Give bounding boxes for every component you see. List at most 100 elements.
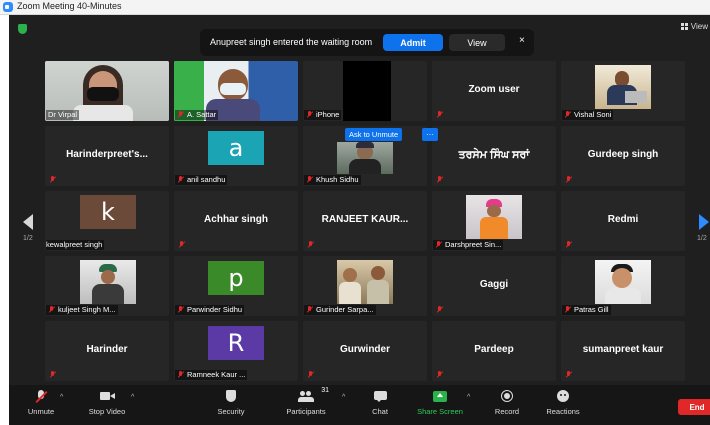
audio-options-chevron-up-icon[interactable]: ^	[60, 394, 63, 401]
participant-tile[interactable]: Vishal Soni	[561, 61, 685, 121]
muted-mic-icon	[436, 371, 443, 378]
waiting-room-message: Anupreet singh entered the waiting room	[210, 37, 373, 47]
participant-name: Gurwinder	[339, 344, 390, 355]
participant-tile[interactable]: Zoom user	[432, 61, 556, 121]
participant-label: iPhone	[304, 110, 342, 120]
participant-tile[interactable]: Harinder	[45, 321, 169, 381]
end-meeting-button[interactable]: End	[678, 399, 710, 415]
muted-mic-icon	[565, 371, 572, 378]
avatar: a	[208, 131, 264, 165]
participant-tile[interactable]: A. Sattar	[174, 61, 298, 121]
previous-page-arrow-icon[interactable]	[23, 214, 33, 230]
close-icon[interactable]: ×	[519, 35, 525, 46]
participant-tile[interactable]: RANJEET KAUR...	[303, 191, 427, 251]
muted-mic-icon	[436, 111, 443, 118]
muted-mic-icon	[177, 371, 184, 378]
participant-name: Redmi	[607, 214, 639, 225]
muted-mic-icon	[49, 176, 56, 183]
participant-name: A. Sattar	[187, 110, 217, 119]
participant-tile[interactable]: Darshpreet Sin...	[432, 191, 556, 251]
muted-mic-icon	[306, 111, 313, 118]
video-camera-icon	[98, 390, 116, 403]
muted-mic-icon	[436, 306, 443, 313]
participant-name: Gurdeep singh	[587, 149, 659, 160]
participant-tile[interactable]: sumanpreet kaur	[561, 321, 685, 381]
encryption-shield-icon[interactable]	[18, 24, 27, 34]
participant-tile[interactable]: Harinderpreet's...	[45, 126, 169, 186]
chat-button[interactable]: Chat	[365, 387, 395, 416]
participant-tile[interactable]: R Ramneek Kaur ...	[174, 321, 298, 381]
video-feed	[337, 142, 393, 174]
grid-icon	[680, 23, 688, 30]
meeting-window: View Anupreet singh entered the waiting …	[9, 15, 710, 425]
participant-label: kuljeet Singh M...	[46, 305, 118, 315]
participant-tile[interactable]: Redmi	[561, 191, 685, 251]
participant-name: ਤਰਸੇਮ ਸਿੰਘ ਸਰਾਂ	[458, 149, 530, 161]
security-button[interactable]: Security	[213, 387, 249, 416]
video-options-chevron-up-icon[interactable]: ^	[131, 394, 134, 401]
unmute-label: Unmute	[27, 407, 55, 416]
share-options-chevron-up-icon[interactable]: ^	[467, 394, 470, 401]
participant-label: Gurinder Sarpa...	[304, 305, 376, 315]
muted-mic-icon	[307, 241, 314, 248]
window-titlebar: Zoom Meeting 40-Minutes	[0, 0, 710, 15]
muted-mic-icon	[564, 306, 571, 313]
participants-options-chevron-up-icon[interactable]: ^	[342, 394, 345, 401]
muted-mic-icon	[49, 371, 56, 378]
participants-icon: 31	[297, 387, 329, 403]
chat-bubble-icon	[371, 390, 389, 403]
page-indicator-right: 1/2	[697, 235, 707, 242]
participant-name: Patras Gill	[574, 305, 609, 314]
participant-tile[interactable]: Dr Virpal	[45, 61, 169, 121]
record-button[interactable]: Record	[490, 387, 524, 416]
more-options-button[interactable]: ···	[422, 128, 438, 141]
participant-name: Parwinder Sidhu	[187, 305, 243, 314]
unmute-button[interactable]: Unmute	[23, 387, 59, 416]
participant-name: sumanpreet kaur	[582, 344, 664, 355]
participant-name: Khush Sidhu	[316, 175, 359, 184]
zoom-logo-icon	[3, 2, 13, 12]
participant-tile[interactable]: Gurdeep singh	[561, 126, 685, 186]
participant-label: Ramneek Kaur ...	[175, 370, 248, 380]
muted-mic-icon	[178, 241, 185, 248]
participants-button[interactable]: 31 Participants	[283, 387, 329, 416]
participant-tile[interactable]: Gurwinder	[303, 321, 427, 381]
next-page-arrow-icon[interactable]	[699, 214, 709, 230]
participant-label: Patras Gill	[562, 305, 611, 315]
record-label: Record	[494, 407, 520, 416]
muted-microphone-icon	[32, 390, 50, 404]
reactions-button[interactable]: Reactions	[541, 387, 585, 416]
avatar: R	[208, 326, 264, 360]
muted-mic-icon	[565, 241, 572, 248]
muted-mic-icon	[436, 176, 443, 183]
participant-tile[interactable]: a anil sandhu	[174, 126, 298, 186]
participant-name: Dr Virpal	[46, 110, 80, 120]
participant-name: kewalpreet singh	[46, 240, 105, 250]
participant-tile[interactable]: Patras Gill	[561, 256, 685, 316]
view-button[interactable]: View	[680, 22, 708, 31]
video-feed	[466, 195, 522, 239]
participant-label: anil sandhu	[175, 175, 228, 185]
muted-mic-icon	[435, 241, 442, 248]
participant-tile[interactable]: iPhone	[303, 61, 427, 121]
participant-label: Parwinder Sidhu	[175, 305, 245, 315]
share-screen-button[interactable]: Share Screen	[415, 387, 465, 416]
waiting-view-button[interactable]: View	[449, 34, 505, 51]
participant-tile[interactable]: Achhar singh	[174, 191, 298, 251]
participant-tile[interactable]: p Parwinder Sidhu	[174, 256, 298, 316]
participant-name: Harinderpreet's...	[66, 149, 148, 160]
stop-video-button[interactable]: Stop Video	[83, 387, 131, 416]
participant-name: Darshpreet Sin...	[445, 240, 502, 249]
participant-name: Pardeep	[474, 344, 514, 355]
participant-tile[interactable]: Pardeep	[432, 321, 556, 381]
ask-to-unmute-button[interactable]: Ask to Unmute	[345, 128, 403, 141]
page-indicator-left: 1/2	[23, 235, 33, 242]
chat-label: Chat	[372, 407, 388, 416]
window-title: Zoom Meeting 40-Minutes	[17, 1, 122, 11]
participant-tile[interactable]: Gurinder Sarpa...	[303, 256, 427, 316]
participant-tile[interactable]: kuljeet Singh M...	[45, 256, 169, 316]
participant-tile[interactable]: Gaggi	[432, 256, 556, 316]
participant-tile[interactable]: k kewalpreet singh	[45, 191, 169, 251]
admit-button[interactable]: Admit	[383, 34, 443, 51]
participant-tile[interactable]: ਤਰਸੇਮ ਸਿੰਘ ਸਰਾਂ	[432, 126, 556, 186]
